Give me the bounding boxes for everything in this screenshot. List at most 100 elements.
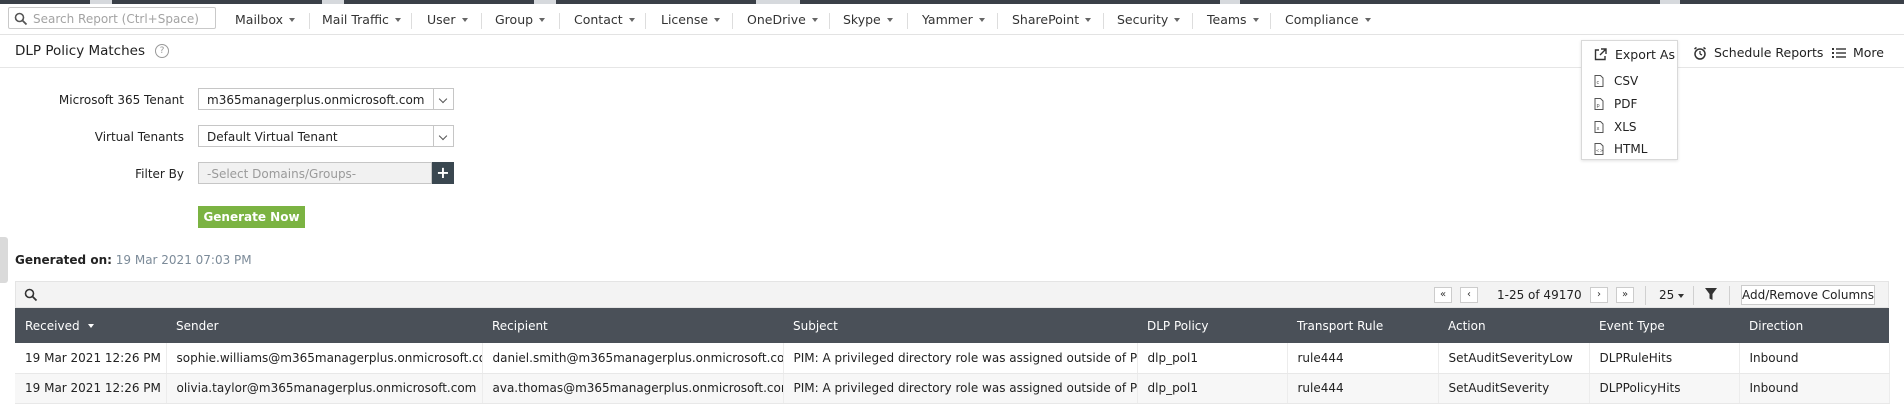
- export-dropdown: Export As c CSV p PDF x XLS <> HTML: [1581, 40, 1678, 160]
- menu-label: User: [427, 12, 456, 27]
- col-transport-rule[interactable]: Transport Rule: [1287, 308, 1438, 343]
- tenant-select[interactable]: m365managerplus.onmicrosoft.com: [198, 88, 454, 110]
- col-action[interactable]: Action: [1438, 308, 1589, 343]
- schedule-reports-button[interactable]: Schedule Reports: [1693, 45, 1823, 60]
- generate-now-button[interactable]: Generate Now: [198, 206, 305, 228]
- export-as-label: Export As: [1615, 47, 1675, 62]
- cell-received: 19 Mar 2021 12:26 PM: [15, 373, 167, 404]
- column-label: Received: [25, 318, 80, 333]
- search-icon[interactable]: [24, 288, 38, 302]
- menu-teams[interactable]: Teams: [1207, 12, 1259, 27]
- menu-compliance[interactable]: Compliance: [1285, 12, 1371, 27]
- menu-label: Yammer: [922, 12, 973, 27]
- chevron-down-icon: [433, 126, 453, 146]
- virtual-tenant-select[interactable]: Default Virtual Tenant: [198, 125, 454, 147]
- top-nav: Search Report (Ctrl+Space) Mailbox Mail …: [0, 4, 1904, 35]
- cell-direction: Inbound: [1739, 343, 1890, 374]
- menu-group[interactable]: Group: [495, 12, 546, 27]
- svg-text:x: x: [1597, 126, 1600, 132]
- menu-skype[interactable]: Skype: [843, 12, 893, 27]
- last-page-button[interactable]: »: [1616, 287, 1634, 303]
- menu-onedrive[interactable]: OneDrive: [747, 12, 818, 27]
- chevron-down-icon: [978, 17, 985, 22]
- divider: [1729, 286, 1730, 305]
- export-csv-option[interactable]: c CSV: [1594, 74, 1638, 88]
- chevron-down-icon: [1678, 293, 1685, 298]
- sort-desc-icon: [87, 324, 94, 328]
- menu-user[interactable]: User: [427, 12, 468, 27]
- first-page-button[interactable]: «: [1434, 287, 1452, 303]
- next-page-button[interactable]: ›: [1590, 287, 1608, 303]
- menu-yammer[interactable]: Yammer: [922, 12, 985, 27]
- cell-received: 19 Mar 2021 12:26 PM: [15, 343, 167, 374]
- divider: [907, 13, 908, 29]
- menu-label: Mail Traffic: [322, 12, 389, 27]
- divider: [1103, 13, 1104, 29]
- menu-label: Teams: [1207, 12, 1247, 27]
- export-as-button[interactable]: Export As: [1594, 47, 1675, 62]
- menu-label: SharePoint: [1012, 12, 1080, 27]
- prev-page-button[interactable]: ‹: [1460, 287, 1478, 303]
- divider: [829, 13, 830, 29]
- report-search-input[interactable]: Search Report (Ctrl+Space): [8, 7, 216, 29]
- tenant-label: Microsoft 365 Tenant: [58, 93, 184, 107]
- add-filter-button[interactable]: +: [432, 162, 454, 184]
- menu-security[interactable]: Security: [1117, 12, 1181, 27]
- table-row[interactable]: 19 Mar 2021 12:26 PM olivia.taylor@m365m…: [15, 373, 1890, 404]
- divider: [997, 13, 998, 29]
- col-sender[interactable]: Sender: [166, 308, 482, 343]
- xls-file-icon: x: [1594, 121, 1604, 133]
- more-label: More: [1853, 45, 1884, 60]
- menu-sharepoint[interactable]: SharePoint: [1012, 12, 1092, 27]
- col-direction[interactable]: Direction: [1739, 308, 1889, 343]
- divider: [1693, 286, 1694, 305]
- svg-text:p: p: [1597, 103, 1600, 109]
- export-pdf-option[interactable]: p PDF: [1594, 97, 1637, 111]
- menu-contact[interactable]: Contact: [574, 12, 635, 27]
- chevron-down-icon: [1085, 17, 1092, 22]
- chevron-down-icon: [811, 17, 818, 22]
- cell-subject: PIM: A privileged directory role was ass…: [783, 373, 1138, 404]
- menu-license[interactable]: License: [661, 12, 721, 27]
- virtual-tenants-label: Virtual Tenants: [94, 130, 184, 144]
- col-dlp-policy[interactable]: DLP Policy: [1137, 308, 1287, 343]
- page-size-value: 25: [1659, 288, 1675, 302]
- chevron-down-icon: [628, 17, 635, 22]
- filter-funnel-icon[interactable]: [1705, 288, 1717, 301]
- menu-label: OneDrive: [747, 12, 806, 27]
- add-remove-columns-button[interactable]: Add/Remove Columns: [1741, 285, 1875, 305]
- col-subject[interactable]: Subject: [783, 308, 1137, 343]
- export-option-label: PDF: [1614, 97, 1638, 111]
- help-icon[interactable]: ?: [155, 44, 169, 58]
- menu-label: Contact: [574, 12, 623, 27]
- cell-recipient: daniel.smith@m365managerplus.onmicrosoft…: [482, 343, 784, 374]
- col-event-type[interactable]: Event Type: [1589, 308, 1739, 343]
- more-button[interactable]: More: [1832, 45, 1884, 60]
- divider: [1270, 13, 1271, 29]
- cell-recipient: ava.thomas@m365managerplus.onmicrosoft.c…: [482, 373, 784, 404]
- schedule-reports-label: Schedule Reports: [1714, 45, 1824, 60]
- export-html-option[interactable]: <> HTML: [1594, 142, 1647, 156]
- col-recipient[interactable]: Recipient: [482, 308, 783, 343]
- chevron-down-icon: [886, 17, 893, 22]
- list-icon: [1832, 47, 1846, 58]
- divider: [309, 13, 310, 29]
- menu-mail-traffic[interactable]: Mail Traffic: [322, 12, 401, 27]
- col-received[interactable]: Received: [15, 308, 166, 343]
- page-title: DLP Policy Matches: [15, 43, 146, 59]
- export-xls-option[interactable]: x XLS: [1594, 120, 1637, 134]
- alarm-clock-icon: [1694, 46, 1706, 60]
- cell-transport-rule: rule444: [1287, 343, 1439, 374]
- search-icon: [14, 12, 28, 26]
- menu-label: Skype: [843, 12, 881, 27]
- cell-dlp-policy: dlp_pol1: [1137, 343, 1288, 374]
- table-row[interactable]: 19 Mar 2021 12:26 PM sophie.williams@m36…: [15, 343, 1890, 374]
- export-option-label: HTML: [1614, 142, 1648, 156]
- page-size-select[interactable]: 25: [1659, 288, 1685, 302]
- sidebar-toggle-handle[interactable]: [0, 237, 8, 283]
- menu-mailbox[interactable]: Mailbox: [235, 12, 295, 27]
- cell-sender: sophie.williams@m365managerplus.onmicros…: [166, 343, 483, 374]
- generated-on: Generated on: 19 Mar 2021 07:03 PM: [15, 253, 252, 267]
- domains-groups-input[interactable]: -Select Domains/Groups-: [198, 162, 432, 184]
- csv-file-icon: c: [1594, 75, 1604, 87]
